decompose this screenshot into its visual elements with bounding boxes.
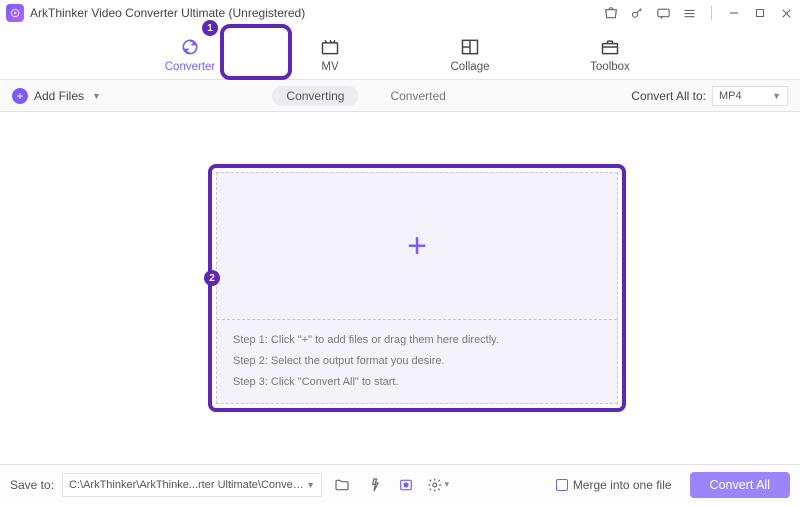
chevron-down-icon: ▼	[92, 91, 101, 101]
step-text: Step 1: Click "+" to add files or drag t…	[233, 330, 601, 351]
seg-converting[interactable]: Converting	[272, 86, 358, 106]
output-format-select[interactable]: MP4 ▼	[712, 86, 788, 106]
divider	[711, 6, 712, 20]
converter-icon	[180, 37, 200, 57]
toolbox-icon	[600, 37, 620, 57]
seg-converted[interactable]: Converted	[376, 86, 459, 106]
open-folder-button[interactable]	[330, 473, 354, 497]
shop-icon[interactable]	[603, 5, 619, 21]
step-text: Step 2: Select the output format you des…	[233, 351, 601, 372]
chevron-down-icon: ▼	[306, 480, 315, 490]
annotation-badge-1: 1	[202, 20, 218, 36]
tab-converter[interactable]: Converter	[155, 37, 225, 79]
add-plus-icon[interactable]: +	[407, 229, 427, 263]
tab-label: MV	[321, 61, 338, 73]
main-area: 2 + Step 1: Click "+" to add files or dr…	[0, 112, 800, 464]
high-speed-button[interactable]	[394, 473, 418, 497]
settings-button[interactable]: ▾	[426, 473, 450, 497]
save-path-value: C:\ArkThinker\ArkThinke...rter Ultimate\…	[69, 479, 304, 491]
gpu-accel-button[interactable]	[362, 473, 386, 497]
collage-icon	[460, 37, 480, 57]
chevron-down-icon: ▾	[445, 479, 450, 490]
convert-all-to-label: Convert All to:	[631, 89, 706, 103]
menu-icon[interactable]	[681, 5, 697, 21]
tab-label: Toolbox	[590, 61, 630, 73]
tab-mv[interactable]: MV	[295, 37, 365, 79]
main-tabs: 1 Converter MV Collage Toolbox	[0, 26, 800, 80]
save-path-field[interactable]: C:\ArkThinker\ArkThinke...rter Ultimate\…	[62, 473, 322, 497]
annotation-badge-2: 2	[204, 270, 220, 286]
annotation-highlight-1	[220, 24, 292, 80]
tab-label: Converter	[165, 61, 216, 73]
merge-label: Merge into one file	[573, 478, 672, 492]
step-text: Step 3: Click "Convert All" to start.	[233, 372, 601, 393]
drop-zone[interactable]: + Step 1: Click "+" to add files or drag…	[216, 172, 618, 404]
toolbar: + Add Files ▼ Converting Converted Conve…	[0, 80, 800, 112]
merge-checkbox[interactable]: Merge into one file	[556, 478, 672, 492]
feedback-icon[interactable]	[655, 5, 671, 21]
app-title: ArkThinker Video Converter Ultimate (Unr…	[30, 6, 305, 20]
tab-label: Collage	[451, 61, 490, 73]
drop-zone-top: +	[217, 173, 617, 320]
status-segmented: Converting Converted	[272, 86, 459, 106]
add-files-label: Add Files	[34, 89, 84, 103]
key-icon[interactable]	[629, 5, 645, 21]
minimize-icon[interactable]	[726, 5, 742, 21]
plus-icon: +	[12, 88, 28, 104]
add-files-button[interactable]: + Add Files ▼	[12, 88, 101, 104]
output-format-value: MP4	[719, 90, 742, 102]
maximize-icon[interactable]	[752, 5, 768, 21]
convert-all-button[interactable]: Convert All	[690, 472, 790, 498]
save-to-label: Save to:	[10, 478, 54, 492]
drop-instructions: Step 1: Click "+" to add files or drag t…	[217, 320, 617, 403]
tab-collage[interactable]: Collage	[435, 37, 505, 79]
bottom-bar: Save to: C:\ArkThinker\ArkThinke...rter …	[0, 464, 800, 504]
app-logo-icon	[6, 4, 24, 22]
chevron-down-icon: ▼	[772, 91, 781, 101]
convert-all-to: Convert All to: MP4 ▼	[631, 86, 788, 106]
mv-icon	[320, 37, 340, 57]
tab-toolbox[interactable]: Toolbox	[575, 37, 645, 79]
checkbox-icon	[556, 479, 568, 491]
title-bar: ArkThinker Video Converter Ultimate (Unr…	[0, 0, 800, 26]
close-icon[interactable]	[778, 5, 794, 21]
